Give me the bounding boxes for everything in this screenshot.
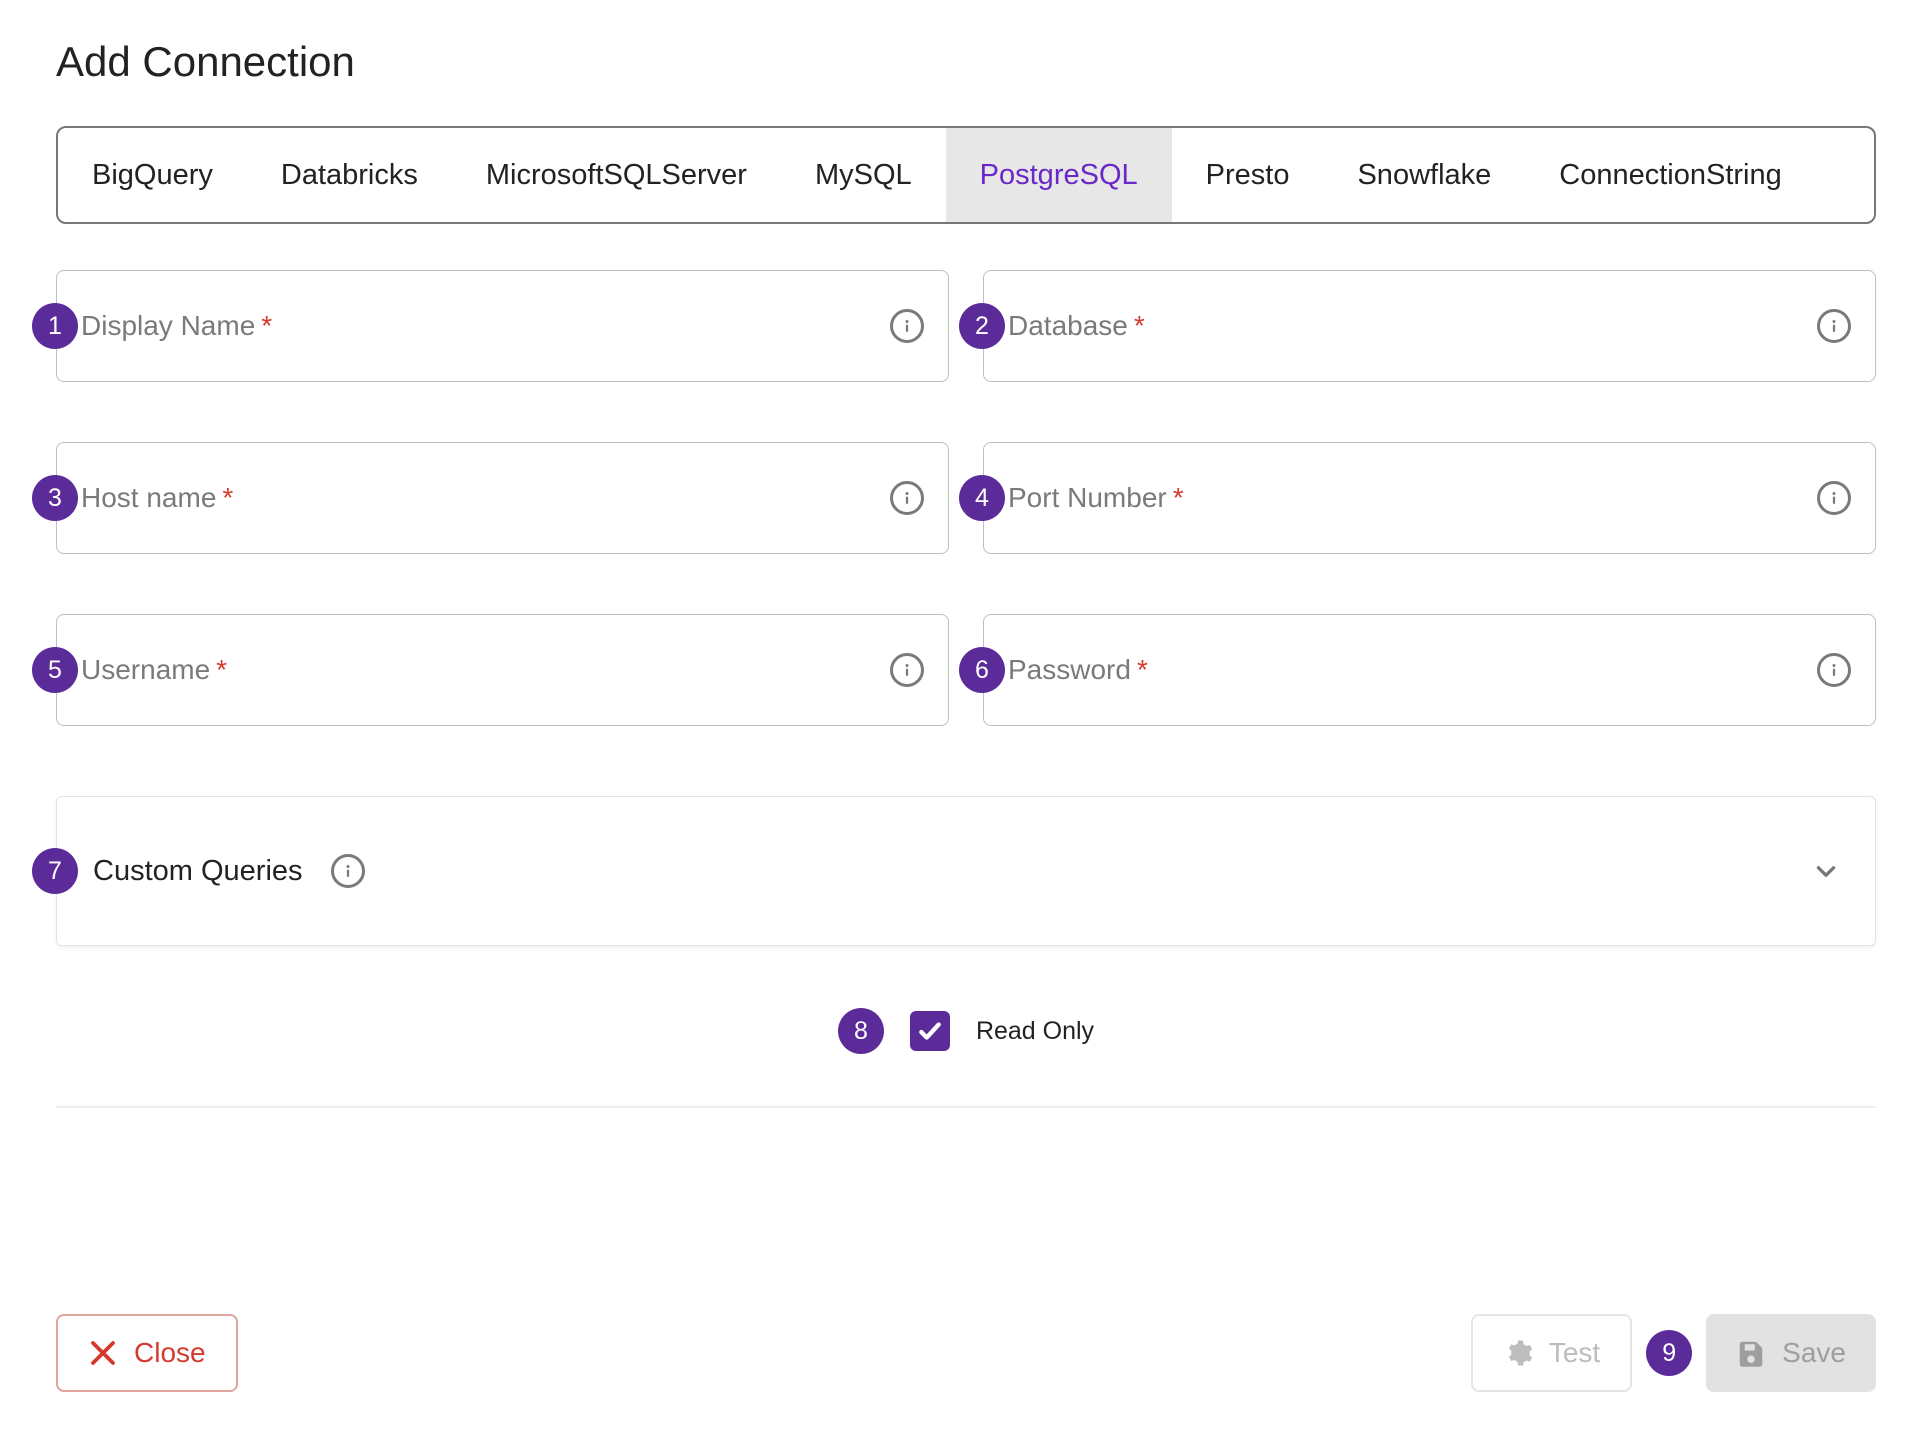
info-icon[interactable] [1817,653,1851,687]
save-button-label: Save [1782,1337,1846,1369]
info-icon[interactable] [1817,309,1851,343]
host-name-field[interactable]: Host name* [56,442,949,554]
password-field[interactable]: Password* [983,614,1876,726]
info-icon[interactable] [1817,481,1851,515]
username-label: Username* [81,654,878,686]
connection-form: 1 Display Name* 2 Database* [56,270,1876,726]
save-button[interactable]: Save [1706,1314,1876,1392]
step-badge-9: 9 [1646,1330,1692,1376]
step-badge-4: 4 [959,475,1005,521]
info-icon[interactable] [890,481,924,515]
database-label: Database* [1008,310,1805,342]
step-badge-7: 7 [32,848,78,894]
step-badge-1: 1 [32,303,78,349]
footer: Close Test 9 Save [56,1314,1876,1392]
connection-type-tabbar: BigQuery Databricks MicrosoftSQLServer M… [56,126,1876,224]
readonly-label: Read Only [976,1017,1094,1046]
display-name-label: Display Name* [81,310,878,342]
divider [56,1106,1876,1108]
gear-icon [1503,1338,1533,1368]
tab-microsoftsqlserver[interactable]: MicrosoftSQLServer [452,128,781,222]
close-icon [88,1338,118,1368]
step-badge-5: 5 [32,647,78,693]
test-button[interactable]: Test [1471,1314,1632,1392]
display-name-field[interactable]: Display Name* [56,270,949,382]
host-name-label: Host name* [81,482,878,514]
custom-queries-label: Custom Queries [93,855,303,888]
save-icon [1736,1338,1766,1368]
username-field[interactable]: Username* [56,614,949,726]
info-icon[interactable] [890,309,924,343]
step-badge-2: 2 [959,303,1005,349]
port-number-label: Port Number* [1008,482,1805,514]
tab-snowflake[interactable]: Snowflake [1323,128,1525,222]
custom-queries-accordion[interactable]: Custom Queries [56,796,1876,946]
info-icon[interactable] [890,653,924,687]
tab-postgresql[interactable]: PostgreSQL [946,128,1172,222]
password-label: Password* [1008,654,1805,686]
database-field[interactable]: Database* [983,270,1876,382]
tab-connectionstring[interactable]: ConnectionString [1525,128,1815,222]
step-badge-8: 8 [838,1008,884,1054]
port-number-field[interactable]: Port Number* [983,442,1876,554]
info-icon[interactable] [331,854,365,888]
tab-presto[interactable]: Presto [1172,128,1324,222]
page-title: Add Connection [56,38,1876,86]
tab-mysql[interactable]: MySQL [781,128,946,222]
close-button[interactable]: Close [56,1314,238,1392]
tab-bigquery[interactable]: BigQuery [58,128,247,222]
step-badge-3: 3 [32,475,78,521]
tab-databricks[interactable]: Databricks [247,128,452,222]
close-button-label: Close [134,1337,206,1369]
test-button-label: Test [1549,1337,1600,1369]
readonly-checkbox[interactable] [910,1011,950,1051]
readonly-row: 8 Read Only [56,1006,1876,1056]
chevron-down-icon [1813,858,1839,884]
step-badge-6: 6 [959,647,1005,693]
